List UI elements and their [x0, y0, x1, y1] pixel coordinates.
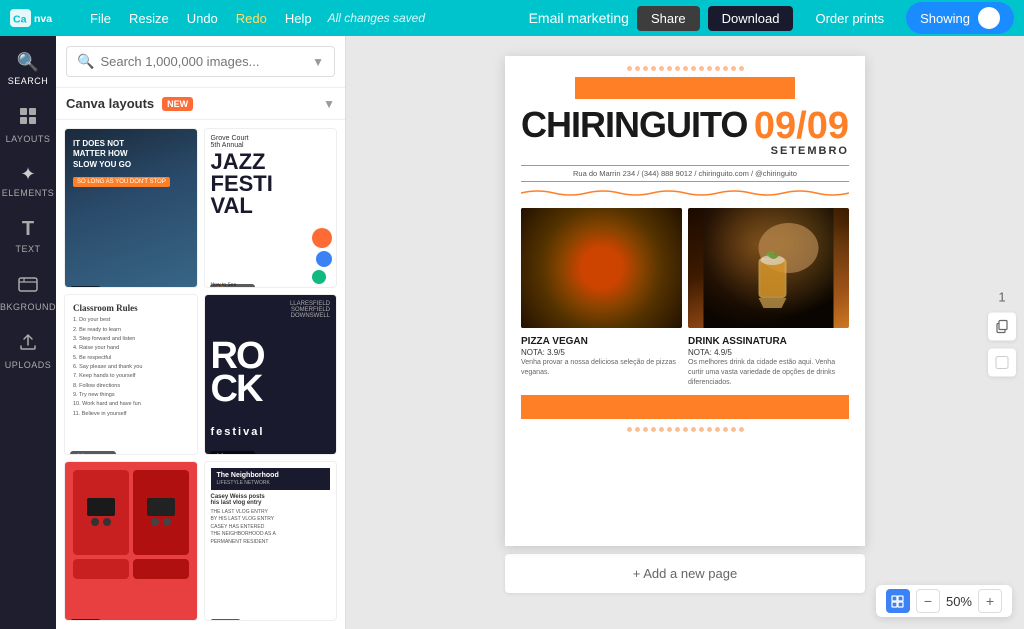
flyer-dots-top	[505, 56, 865, 71]
svg-text:nva: nva	[34, 13, 52, 25]
delete-page-button[interactable]	[988, 348, 1016, 376]
template-jazz[interactable]: Grove Court5th Annual JAZZFESTIVAL How t…	[204, 128, 338, 288]
menu-help[interactable]: Help	[279, 9, 318, 28]
flyer-orange-bar-top	[575, 77, 795, 99]
sidebar-item-elements[interactable]: ✦ Elements	[3, 156, 53, 206]
template-badge-neighborhood: FREE	[210, 619, 241, 621]
showing-button[interactable]: Showing	[906, 2, 1014, 34]
filter-dropdown-icon[interactable]: ▼	[323, 97, 335, 111]
top-navigation: Ca nva File Resize Undo Redo Help All ch…	[0, 0, 1024, 36]
search-icon: 🔍	[77, 53, 94, 70]
flyer-orange-bar-bottom	[521, 395, 849, 419]
filter-label: Canva layouts	[66, 96, 154, 111]
avatar	[978, 7, 1000, 29]
fit-screen-button[interactable]	[886, 589, 910, 613]
download-button[interactable]: Download	[708, 6, 794, 31]
svg-text:Ca: Ca	[13, 14, 27, 26]
template-badge-cassette: FREE	[70, 619, 101, 621]
canvas-page[interactable]: CHIRINGUITO 09/09 SETEMBRO Rua do Marrin…	[505, 56, 865, 546]
menu-file[interactable]: File	[84, 9, 117, 28]
sidebar-item-background[interactable]: Bkground	[3, 266, 53, 320]
text-icon: T	[22, 218, 34, 241]
left-sidebar: 🔍 Search Layouts ✦ Elements T Text Bkgro…	[0, 36, 56, 629]
template-badge-rock: 👑 FREE	[210, 451, 256, 455]
template-badge-free1: FREE	[70, 286, 101, 288]
sidebar-item-text[interactable]: T Text	[3, 210, 53, 262]
flyer-wave	[505, 186, 865, 200]
sidebar-label-search: Search	[8, 76, 49, 86]
pizza-image	[521, 208, 682, 328]
templates-panel: 🔍 ▼ Canva layouts NEW ▼ IT DOES NOTMATTE…	[56, 36, 346, 629]
order-prints-button[interactable]: Order prints	[801, 6, 898, 31]
menu-redo[interactable]: Redo	[230, 9, 273, 28]
sidebar-label-uploads: Uploads	[5, 360, 52, 370]
canva-logo[interactable]: Ca nva	[10, 7, 70, 29]
sidebar-label-layouts: Layouts	[6, 134, 51, 144]
flyer-header: CHIRINGUITO 09/09 SETEMBRO	[505, 99, 865, 161]
template-rock[interactable]: LLARESFIELDSOMERFIELDDOWNSWELL ROCK fest…	[204, 294, 338, 454]
sidebar-label-text: Text	[15, 244, 40, 254]
flyer-address: Rua do Marrin 234 / (344) 888 9012 / chi…	[521, 165, 849, 182]
background-icon	[18, 274, 38, 299]
search-input[interactable]	[100, 54, 306, 69]
duplicate-page-button[interactable]	[988, 312, 1016, 340]
page-number: 1	[998, 289, 1005, 304]
elements-icon: ✦	[20, 164, 35, 185]
template-classroom[interactable]: Classroom Rules 1. Do your best 2. Be re…	[64, 294, 198, 454]
canvas-area: CHIRINGUITO 09/09 SETEMBRO Rua do Marrin…	[346, 36, 1024, 629]
right-tools: 1	[988, 289, 1016, 376]
zoom-bar: − 50% +	[876, 585, 1012, 617]
templates-grid: IT DOES NOTMATTER HOWSLOW YOU GO SO LONG…	[56, 120, 345, 629]
uploads-icon	[18, 332, 38, 357]
search-icon: 🔍	[17, 52, 39, 73]
template-motivational[interactable]: IT DOES NOTMATTER HOWSLOW YOU GO SO LONG…	[64, 128, 198, 288]
sidebar-item-layouts[interactable]: Layouts	[3, 98, 53, 152]
share-button[interactable]: Share	[637, 6, 700, 31]
template-badge-classroom: 👑 FREE	[70, 451, 116, 455]
sidebar-item-search[interactable]: 🔍 Search	[3, 44, 53, 94]
panel-search-area: 🔍 ▼	[56, 36, 345, 88]
search-dropdown-icon[interactable]: ▼	[312, 55, 324, 69]
nav-right: Email marketing Share Download Order pri…	[529, 2, 1014, 34]
flyer-menu-grid: PIZZA VEGAN NOTA: 3.9/5 Venha provar a n…	[521, 336, 849, 387]
panel-filter-bar: Canva layouts NEW ▼	[56, 88, 345, 120]
menu-item-drink: DRINK ASSINATURA NOTA: 4.9/5 Os melhores…	[688, 336, 849, 387]
flyer-title: CHIRINGUITO	[521, 107, 747, 143]
template-badge-jazz: 👑 FREE	[210, 284, 256, 288]
template-neighborhood[interactable]: The NeighborhoodLIFESTYLE NETWORK Casey …	[204, 461, 338, 621]
filter-new-badge: NEW	[162, 97, 193, 111]
layouts-icon	[18, 106, 38, 131]
flyer-images	[521, 208, 849, 328]
drink-image	[688, 208, 849, 328]
flyer-date: 09/09	[754, 107, 849, 145]
project-title: Email marketing	[529, 10, 629, 26]
template-cassette[interactable]: FREE	[64, 461, 198, 621]
canvas-scroll: CHIRINGUITO 09/09 SETEMBRO Rua do Marrin…	[346, 36, 1024, 629]
menu-undo[interactable]: Undo	[181, 9, 224, 28]
sidebar-label-elements: Elements	[2, 188, 55, 198]
zoom-in-button[interactable]: +	[978, 589, 1002, 613]
search-box[interactable]: 🔍 ▼	[66, 46, 335, 77]
zoom-level: 50%	[946, 594, 972, 609]
add-page-button[interactable]: + Add a new page	[505, 554, 865, 593]
main-layout: 🔍 Search Layouts ✦ Elements T Text Bkgro…	[0, 36, 1024, 629]
flyer-content: CHIRINGUITO 09/09 SETEMBRO Rua do Marrin…	[505, 56, 865, 546]
sidebar-label-bkground: Bkground	[0, 302, 56, 312]
save-status: All changes saved	[328, 11, 425, 25]
menu-item-pizza: PIZZA VEGAN NOTA: 3.9/5 Venha provar a n…	[521, 336, 682, 387]
menu-resize[interactable]: Resize	[123, 9, 175, 28]
flyer-dots-bottom	[505, 423, 865, 440]
sidebar-item-uploads[interactable]: Uploads	[3, 324, 53, 378]
zoom-out-button[interactable]: −	[916, 589, 940, 613]
